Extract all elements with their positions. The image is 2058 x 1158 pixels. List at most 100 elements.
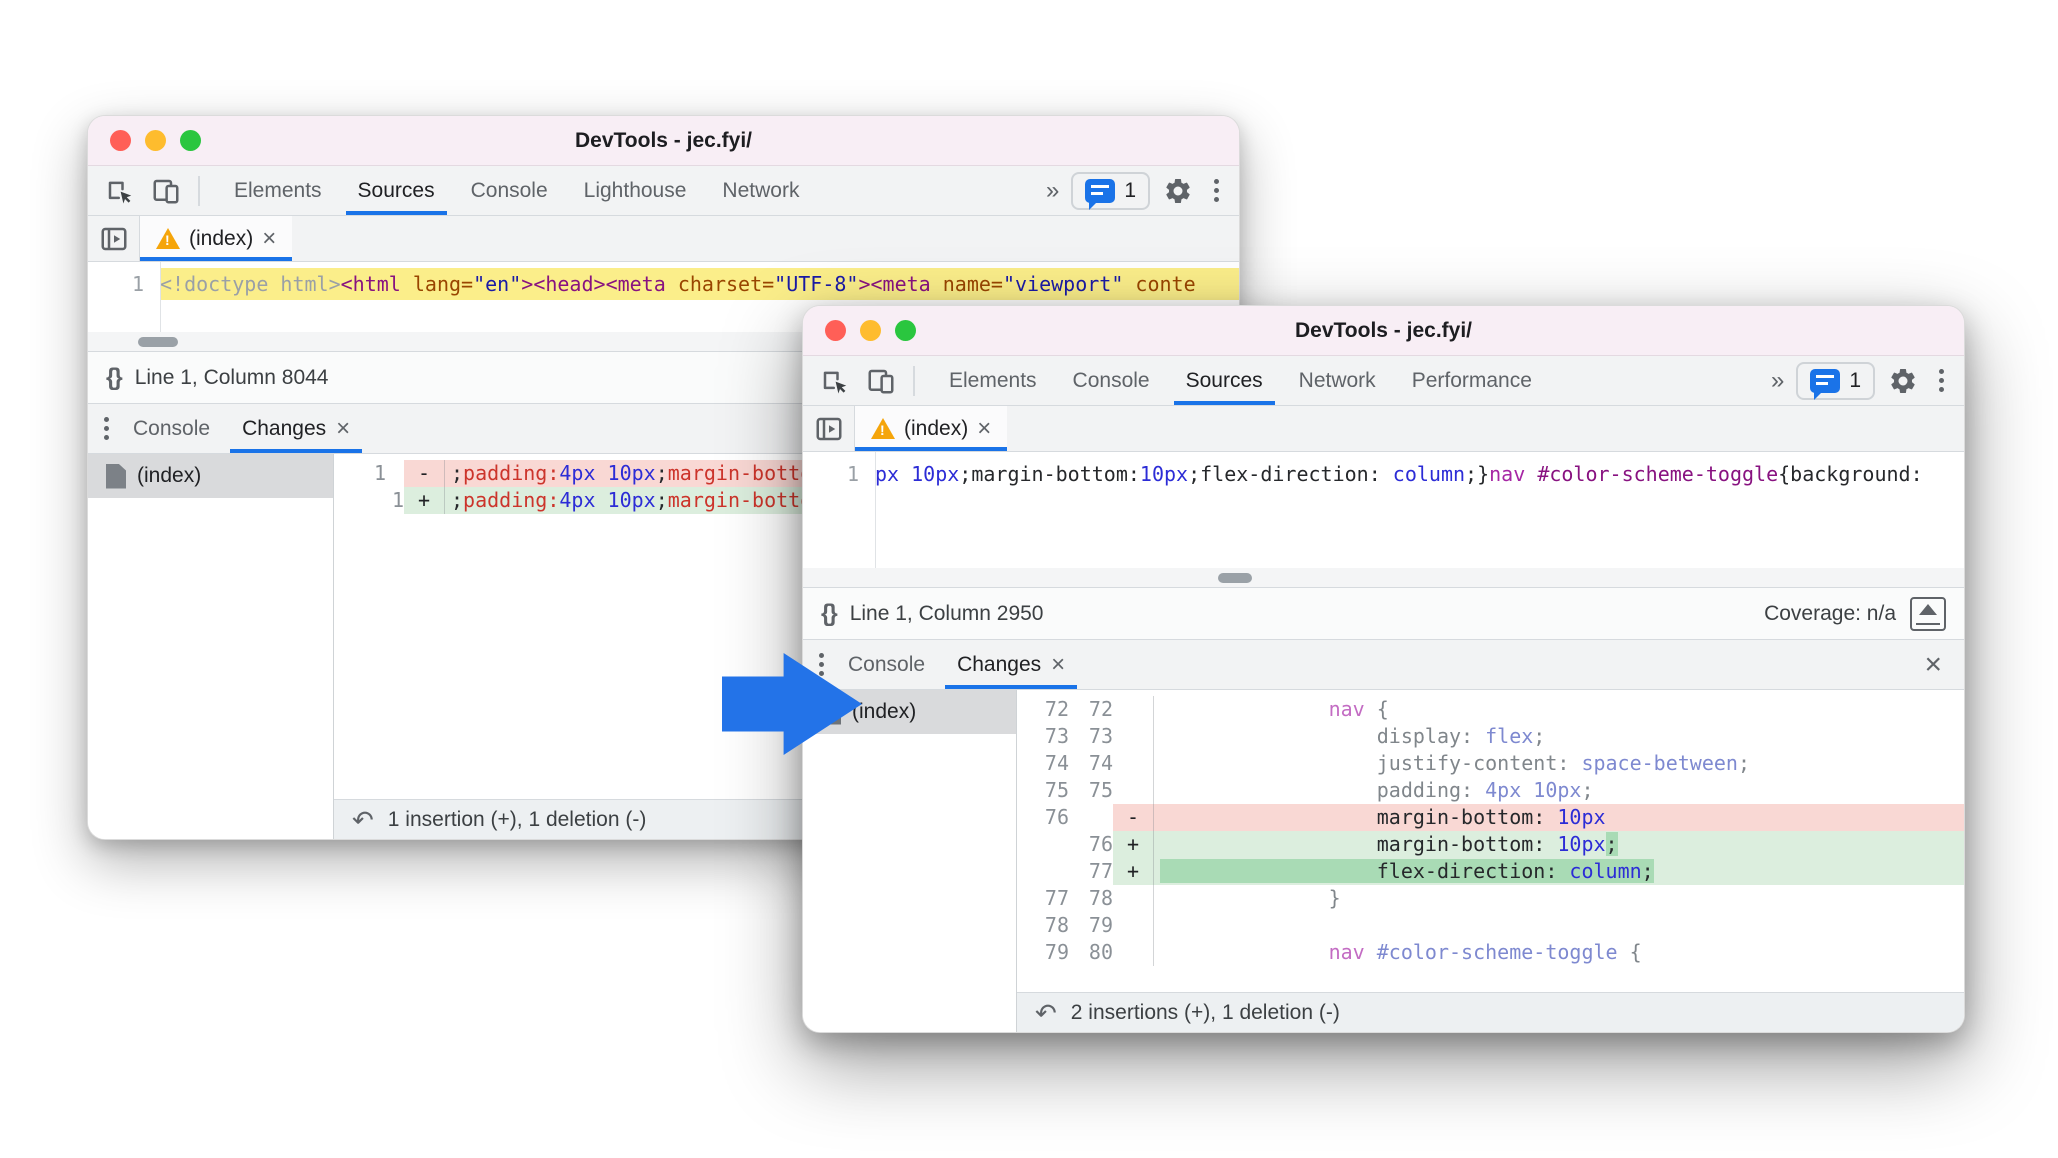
tab-network[interactable]: Network (704, 166, 817, 215)
diff-row: 76 + margin-bottom: 10px; (1017, 831, 1964, 858)
drawer-tab-changes[interactable]: Changes × (226, 404, 366, 453)
drawer-kebab-icon[interactable] (96, 417, 117, 440)
device-toolbar-icon[interactable] (146, 171, 186, 211)
old-line-number: 76 (1044, 805, 1069, 829)
old-line-number (1017, 831, 1069, 858)
source-line: <!doctype html><html lang="en"><head><me… (160, 268, 1239, 300)
scrollbar-thumb[interactable] (138, 337, 178, 347)
main-toolbar: Elements Sources Console Lighthouse Network … (88, 166, 1239, 216)
minimize-window-button[interactable] (860, 320, 881, 341)
diff-sign: - (417, 461, 431, 485)
new-line-number: 1 (391, 488, 404, 512)
revert-icon[interactable]: ↶ (1035, 1000, 1057, 1026)
old-line-number: 1 (373, 461, 386, 485)
navigator-toggle-icon[interactable] (803, 406, 855, 451)
diff-code-line: padding: 4px 10px; (1153, 777, 1964, 804)
file-tab-close-icon[interactable]: × (977, 416, 991, 441)
changes-tab-close-icon[interactable]: × (336, 416, 350, 441)
close-window-button[interactable] (825, 320, 846, 341)
file-tab-label: (index) (189, 226, 254, 250)
file-tab[interactable]: ! (index) × (140, 216, 293, 261)
tab-lighthouse[interactable]: Lighthouse (566, 166, 705, 215)
console-messages-badge[interactable]: 1 (1796, 361, 1875, 400)
more-tabs-icon[interactable]: » (1034, 166, 1071, 215)
diff-row: 76 - margin-bottom: 10px (1017, 804, 1964, 831)
tab-elements[interactable]: Elements (931, 356, 1055, 405)
diff-sign (1113, 885, 1153, 912)
panel-tabs: Elements Console Sources Network Performance (931, 356, 1759, 405)
new-line-number: 76 (1088, 832, 1113, 856)
diff-sign (1113, 723, 1153, 750)
kebab-menu-icon[interactable] (1931, 369, 1952, 392)
drawer-tab-console[interactable]: Console (832, 640, 941, 689)
scrollbar-thumb[interactable] (1218, 573, 1252, 583)
device-toolbar-icon[interactable] (861, 361, 901, 401)
coverage-panel-icon[interactable] (1910, 596, 1946, 631)
file-tab[interactable]: ! (index) × (855, 406, 1008, 451)
format-braces-icon[interactable]: {} (106, 364, 123, 392)
file-tab-close-icon[interactable]: × (262, 226, 276, 251)
diff-summary: 1 insertion (+), 1 deletion (-) (387, 807, 647, 831)
titlebar[interactable]: DevTools - jec.fyi/ (88, 116, 1239, 166)
traffic-lights (110, 116, 201, 165)
tab-console[interactable]: Console (453, 166, 566, 215)
new-line-number (386, 460, 404, 487)
line-number: 1 (131, 272, 144, 296)
tab-console[interactable]: Console (1055, 356, 1168, 405)
console-messages-badge[interactable]: 1 (1071, 171, 1150, 210)
line-number: 1 (846, 462, 859, 486)
cursor-position: Line 1, Column 8044 (134, 365, 329, 389)
more-tabs-icon[interactable]: » (1759, 356, 1796, 405)
tab-sources[interactable]: Sources (1168, 356, 1281, 405)
new-line-number: 80 (1088, 940, 1113, 964)
revert-icon[interactable]: ↶ (352, 807, 374, 833)
drawer-tab-console[interactable]: Console (117, 404, 226, 453)
diff-row: 75 75 padding: 4px 10px; (1017, 777, 1964, 804)
file-item-label: (index) (852, 700, 917, 723)
changed-file-item[interactable]: (index) (88, 454, 333, 498)
coverage-label: Coverage: n/a (1764, 601, 1896, 625)
status-bar: {} Line 1, Column 2950 Coverage: n/a (803, 588, 1964, 640)
message-count: 1 (1124, 178, 1136, 202)
changes-sidebar: (index) (88, 454, 334, 839)
inspect-element-icon[interactable] (815, 361, 855, 401)
source-editor[interactable]: 1 px 10px;margin-bottom:10px;flex-direct… (803, 452, 1964, 568)
zoom-window-button[interactable] (180, 130, 201, 151)
close-window-button[interactable] (110, 130, 131, 151)
format-braces-icon[interactable]: {} (821, 600, 838, 628)
drawer-tab-changes[interactable]: Changes × (941, 640, 1081, 689)
kebab-menu-icon[interactable] (1206, 179, 1227, 202)
tab-sources[interactable]: Sources (340, 166, 453, 215)
changes-tab-close-icon[interactable]: × (1051, 652, 1065, 677)
message-bubble-icon (1810, 368, 1841, 400)
drawer-close-icon[interactable]: × (1910, 640, 1956, 689)
settings-gear-icon[interactable] (1158, 171, 1198, 211)
diff-sign: + (417, 488, 431, 512)
minimize-window-button[interactable] (145, 130, 166, 151)
tab-network[interactable]: Network (1281, 356, 1394, 405)
old-line-number: 79 (1044, 940, 1069, 964)
settings-gear-icon[interactable] (1883, 361, 1923, 401)
diff-sign (1113, 696, 1153, 723)
tab-elements[interactable]: Elements (216, 166, 340, 215)
drawer-kebab-icon[interactable] (811, 653, 832, 676)
navigator-toggle-icon[interactable] (88, 216, 140, 261)
diff-row: 74 74 justify-content: space-between; (1017, 750, 1964, 777)
new-line-number: 74 (1088, 751, 1113, 775)
inspect-element-icon[interactable] (100, 171, 140, 211)
diff-code-line: display: flex; (1153, 723, 1964, 750)
toolbar-separator (198, 175, 200, 206)
diff-pane[interactable]: 72 72 nav {73 73 display: flex; 74 74 justif… (1017, 690, 1964, 1032)
diff-summary: 2 insertions (+), 1 deletion (-) (1070, 1000, 1340, 1024)
diff-code-line: justify-content: space-between; (1153, 750, 1964, 777)
diff-code-line: flex-direction: column; (1153, 858, 1964, 885)
file-tab-strip: ! (index) × (88, 216, 1239, 262)
diff-sign (1113, 912, 1153, 939)
window-title: DevTools - jec.fyi/ (575, 128, 752, 152)
tab-performance[interactable]: Performance (1394, 356, 1550, 405)
titlebar[interactable]: DevTools - jec.fyi/ (803, 306, 1964, 356)
old-line-number: 78 (1044, 913, 1069, 937)
zoom-window-button[interactable] (895, 320, 916, 341)
old-line-number: 74 (1044, 751, 1069, 775)
toolbar-separator (913, 365, 915, 396)
